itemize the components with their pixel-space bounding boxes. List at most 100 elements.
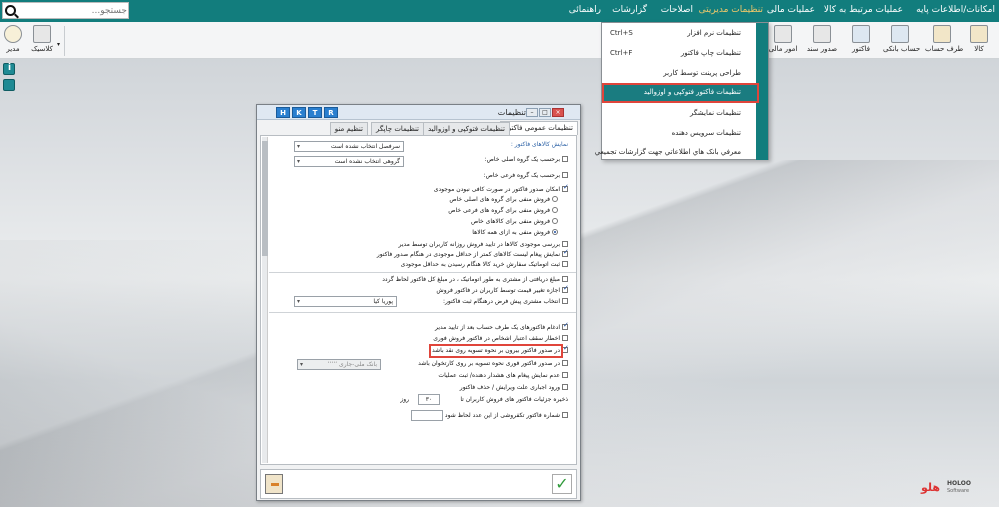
checkbox[interactable]: [562, 183, 569, 192]
manager-button[interactable]: مدیر: [0, 24, 28, 57]
merge-invoices[interactable]: ادغام فاکتورهای یک طرف حساب بعد از تایید…: [435, 321, 569, 331]
card-reader-select[interactable]: بانک ملی-جاری ٬٬٬٬٬ ▾: [297, 359, 381, 370]
checkbox[interactable]: [562, 248, 569, 257]
radio-main-groups[interactable]: فروش منفی برای گروه های اصلی خاص: [449, 196, 558, 203]
menu-help[interactable]: راهنمائی: [569, 5, 601, 15]
menu-item-aggregate-databases[interactable]: معرفي بانک هاي اطلاعاتي جهت گزارشات تجمي…: [595, 143, 759, 160]
finance-button[interactable]: امور مالی: [766, 24, 800, 57]
exit-button[interactable]: [265, 474, 283, 494]
main-group-value: سرفصل انتخاب نشده است: [330, 143, 400, 150]
tab-printer[interactable]: تنظیمات چاپگر: [370, 122, 424, 135]
checkbox[interactable]: [562, 156, 568, 162]
chevron-down-icon[interactable]: ▾: [57, 41, 60, 48]
goods-label: کالا: [974, 45, 984, 53]
tab-photocopy-ozalid[interactable]: تنظیمات فتوکپی و اوزوالید: [422, 122, 510, 135]
radio[interactable]: [552, 196, 558, 202]
settings-dialog: H K T R × □ – تنظیمات تنظیمات عمومی فاکت…: [256, 104, 581, 501]
highlight-outline: [429, 344, 563, 358]
auto-received-amount[interactable]: مبلغ دریافتی از مشتری به طور اتوماتیک ، …: [382, 276, 568, 283]
sub-group-check[interactable]: برحسب یک گروه فرعی خاص:: [484, 172, 568, 179]
hotkey-h-button[interactable]: H: [276, 107, 290, 118]
negative-sale-check[interactable]: امکان صدور فاکتور در صورت کافی نبودن موج…: [434, 183, 569, 193]
issue-document-button[interactable]: صدور سند: [805, 24, 839, 57]
days-unit-label: روز: [400, 396, 409, 403]
menu-item-display-settings[interactable]: تنظیمات نمایشگر: [602, 103, 759, 123]
checkbox[interactable]: [562, 412, 568, 418]
min-stock-message[interactable]: نمایش پیغام لیست کالاهای کمتر از حداقل م…: [377, 248, 569, 258]
menu-basic-info[interactable]: امکانات/اطلاعات پایه: [916, 5, 995, 15]
search-box: [2, 2, 129, 19]
checkbox[interactable]: [562, 321, 569, 330]
goods-button[interactable]: کالا: [962, 24, 996, 57]
dialog-titlebar[interactable]: H K T R × □ – تنظیمات: [257, 105, 580, 120]
tab-menu[interactable]: تنظیم منو: [329, 122, 368, 135]
check-label: اخطار سقف اعتبار اشخاص در فاکتور فروش فو…: [433, 335, 560, 342]
menu-corrections[interactable]: اصلاحات: [661, 5, 693, 15]
allow-price-change[interactable]: اجازه تغییر قیمت توسط کاربران در فاکتور …: [436, 284, 569, 294]
tab-general-invoice[interactable]: تنظیمات عمومی فاکتور: [499, 121, 578, 135]
radio-sub-groups[interactable]: فروش منفی برای گروه های فرعی خاص: [448, 207, 558, 214]
chevron-down-icon: ▾: [297, 143, 301, 150]
user-panel-icon[interactable]: [3, 79, 15, 91]
default-customer-select[interactable]: پوریا کیا ▾: [294, 296, 397, 307]
radio[interactable]: [552, 218, 558, 224]
bank-icon: [891, 25, 909, 43]
menu-item-server-settings[interactable]: تنظیمات سرویس دهنده: [602, 123, 759, 143]
radio-all-goods[interactable]: فروش منفی به ازای همه کالاها: [472, 229, 558, 236]
menu-reports[interactable]: گزارشات: [612, 5, 647, 15]
search-icon[interactable]: [5, 5, 16, 16]
menu-financial-ops[interactable]: عملیات مالی: [767, 5, 815, 15]
credit-limit-warning[interactable]: اخطار سقف اعتبار اشخاص در فاکتور فروش فو…: [433, 335, 568, 342]
hotkey-t-button[interactable]: T: [308, 107, 322, 118]
brand-sub: Software: [947, 488, 970, 494]
menu-item-photocopy-ozalid-settings[interactable]: تنظیمات فاکتور فتوکپی و اوزوالید: [602, 83, 759, 103]
checkbox[interactable]: [562, 241, 568, 247]
menu-management-settings[interactable]: تنظیمات مدیریتی: [699, 5, 763, 15]
search-input[interactable]: [19, 4, 127, 17]
bank-account-button[interactable]: حساب بانکی: [883, 24, 920, 57]
checkbox[interactable]: [562, 261, 568, 267]
instant-invoice-card[interactable]: در صدور فاکتور فوری نحوه تسویه بر روی کا…: [418, 360, 568, 367]
checkbox[interactable]: [562, 372, 568, 378]
hotkey-r-button[interactable]: R: [324, 107, 338, 118]
radio-label: فروش منفی برای کالاهای خاص: [470, 218, 550, 225]
main-group-check[interactable]: برحسب یک گروه اصلی خاص:: [485, 156, 568, 163]
main-group-select[interactable]: سرفصل انتخاب نشده است ▾: [294, 141, 404, 152]
checkbox[interactable]: [562, 335, 568, 341]
scrollbar-thumb[interactable]: [262, 141, 268, 256]
invoice-number-check[interactable]: شماره فاکتور تکفروشی از این عدد لحاظ شود: [445, 412, 568, 419]
checkbox[interactable]: [562, 298, 568, 304]
hotkey-k-button[interactable]: K: [292, 107, 306, 118]
stock-check-daily[interactable]: بررسی موجودی کالاها در تایید فروش روزانه…: [399, 241, 568, 248]
minimize-icon[interactable]: –: [526, 108, 538, 117]
hide-warnings[interactable]: عدم نمایش پیغام های هشدار دهنده/ ثبت عمل…: [438, 372, 568, 379]
menu-item-software-settings[interactable]: تنظیمات نرم افزار Ctrl+S: [602, 23, 759, 43]
close-icon[interactable]: ×: [552, 108, 564, 117]
maximize-icon[interactable]: □: [539, 108, 551, 117]
menu-item-print-design[interactable]: طراحی پرینت توسط کاربر: [602, 63, 759, 83]
info-icon[interactable]: [3, 63, 15, 75]
menu-item-shortcut: Ctrl+S: [610, 29, 633, 37]
checkbox[interactable]: [562, 384, 568, 390]
dialog-title: تنظیمات: [497, 108, 526, 117]
checkbox[interactable]: [562, 284, 569, 293]
invoice-number-input[interactable]: [411, 410, 443, 421]
invoice-button[interactable]: فاکتور: [844, 24, 878, 57]
menu-goods-ops[interactable]: عملیات مرتبط به کالا: [824, 5, 903, 15]
menu-item-invoice-print-settings[interactable]: تنظیمات چاپ فاکتور Ctrl+F: [602, 43, 759, 63]
radio-specific-goods[interactable]: فروش منفی برای کالاهای خاص: [471, 218, 558, 225]
confirm-button[interactable]: ✓: [552, 474, 572, 494]
scrollbar[interactable]: [262, 137, 268, 463]
checkbox[interactable]: [562, 276, 568, 282]
save-days-input[interactable]: ۳۰: [418, 394, 440, 405]
edit-reason-required[interactable]: ورود اجباری علت ویرایش / حذف فاکتور: [460, 384, 568, 391]
radio[interactable]: [552, 229, 558, 235]
checkbox[interactable]: [562, 360, 568, 366]
default-customer-check[interactable]: انتخاب مشتری پیش فرض درهنگام ثبت فاکتور:: [443, 298, 568, 305]
radio[interactable]: [552, 207, 558, 213]
party-button[interactable]: طرف حساب: [925, 24, 963, 57]
classic-button[interactable]: کلاسیک: [25, 24, 59, 57]
checkbox[interactable]: [562, 172, 568, 178]
sub-group-select[interactable]: گروهی انتخاب نشده است ▾: [294, 156, 404, 167]
auto-purchase-order[interactable]: ثبت اتوماتیک سفارش خرید کالا هنگام رسیدن…: [401, 261, 568, 268]
